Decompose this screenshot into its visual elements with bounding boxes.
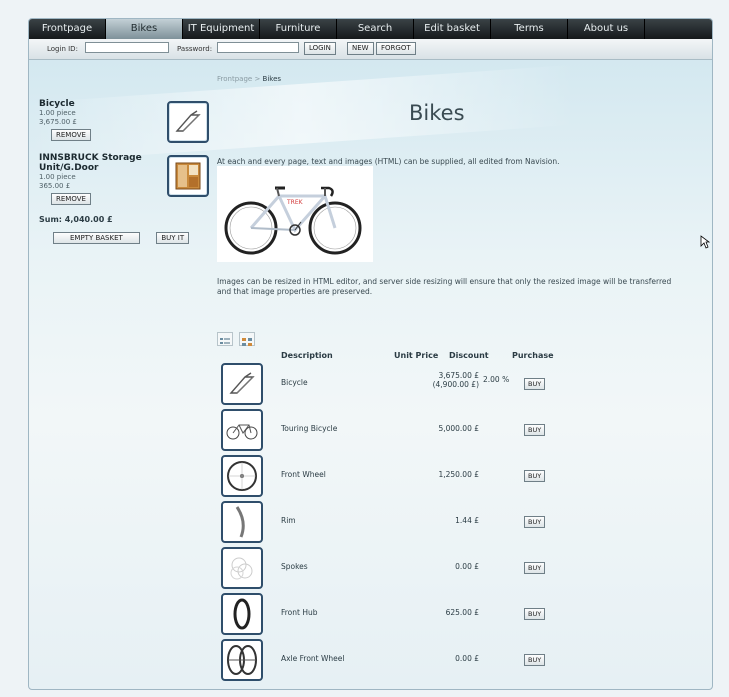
login-id-input[interactable]	[85, 42, 169, 53]
buy-button[interactable]: BUY	[524, 470, 546, 482]
product-name[interactable]: Front Wheel	[281, 470, 326, 479]
header-purchase: Purchase	[512, 351, 554, 360]
table-row: Spokes 0.00 £ BUY	[217, 547, 617, 592]
product-price: 0.00 £	[455, 562, 479, 571]
axle-wheel-icon[interactable]	[221, 639, 263, 681]
new-button[interactable]: NEW	[347, 42, 374, 55]
product-price: 1.44 £	[455, 516, 479, 525]
buy-button[interactable]: BUY	[524, 516, 546, 528]
svg-text:TREK: TREK	[286, 199, 304, 206]
rim-icon[interactable]	[221, 501, 263, 543]
basket-item: INNSBRUCK Storage Unit/G.Door 1.00 piece…	[39, 153, 211, 213]
touring-bicycle-icon[interactable]	[221, 409, 263, 451]
login-button[interactable]: LOGIN	[304, 42, 336, 55]
view-toggle	[217, 332, 255, 346]
table-row: Rim 1.44 £ BUY	[217, 501, 617, 546]
product-price: 5,000.00 £	[438, 424, 479, 433]
bicycle-frame-icon[interactable]	[167, 101, 209, 143]
buy-button[interactable]: BUY	[524, 424, 546, 436]
browser-content: Frontpage Bikes IT Equipment Furniture S…	[28, 18, 713, 690]
breadcrumb-separator: >	[254, 75, 261, 83]
table-row: Touring Bicycle 5,000.00 £ BUY	[217, 409, 617, 454]
password-input[interactable]	[217, 42, 299, 53]
hub-icon[interactable]	[221, 593, 263, 635]
nav-bikes[interactable]: Bikes	[106, 19, 183, 39]
product-name[interactable]: Touring Bicycle	[281, 424, 337, 433]
login-id-label: Login ID:	[47, 45, 78, 53]
breadcrumb-current: Bikes	[262, 75, 282, 83]
nav-filler	[645, 19, 712, 39]
bicycle-photo: TREK	[217, 166, 373, 262]
remove-button[interactable]: REMOVE	[51, 129, 91, 141]
resize-info-text: Images can be resized in HTML editor, an…	[217, 277, 672, 296]
nav-search[interactable]: Search	[337, 19, 414, 39]
product-name[interactable]: Rim	[281, 516, 296, 525]
product-price: 3,675.00 £ (4,900.00 £)	[377, 371, 479, 389]
nav-frontpage[interactable]: Frontpage	[29, 19, 106, 39]
product-price: 625.00 £	[445, 608, 479, 617]
nav-it-equipment[interactable]: IT Equipment	[183, 19, 260, 39]
password-label: Password:	[177, 45, 213, 53]
product-name[interactable]: Front Hub	[281, 608, 318, 617]
intro-text: At each and every page, text and images …	[217, 157, 560, 166]
table-row: Bicycle 3,675.00 £ (4,900.00 £) 2.00 % B…	[217, 363, 617, 408]
breadcrumb: Frontpage > Bikes	[217, 75, 281, 83]
basket-sum: Sum: 4,040.00 £	[39, 215, 113, 224]
basket-panel: Bicycle 1.00 piece 3,675.00 £ REMOVE INN…	[39, 99, 211, 244]
buy-button[interactable]: BUY	[524, 562, 546, 574]
mouse-cursor-icon	[700, 234, 711, 249]
grid-view-icon[interactable]	[239, 332, 255, 346]
buy-it-button[interactable]: BUY IT	[156, 232, 190, 244]
wheel-icon[interactable]	[221, 455, 263, 497]
product-name[interactable]: Spokes	[281, 562, 308, 571]
nav-terms[interactable]: Terms	[491, 19, 568, 39]
nav-edit-basket[interactable]: Edit basket	[414, 19, 491, 39]
header-discount: Discount	[449, 351, 489, 360]
remove-button[interactable]: REMOVE	[51, 193, 91, 205]
price-current: 3,675.00 £	[438, 371, 479, 380]
basket-item-name[interactable]: INNSBRUCK Storage Unit/G.Door	[39, 153, 159, 173]
breadcrumb-frontpage[interactable]: Frontpage	[217, 75, 252, 83]
product-name[interactable]: Bicycle	[281, 378, 308, 387]
product-discount: 2.00 %	[483, 375, 510, 384]
buy-button[interactable]: BUY	[524, 654, 546, 666]
table-row: Front Hub 625.00 £ BUY	[217, 593, 617, 638]
login-bar: Login ID: Password: LOGIN NEW FORGOT	[29, 39, 712, 60]
product-name[interactable]: Axle Front Wheel	[281, 654, 345, 663]
buy-button[interactable]: BUY	[524, 608, 546, 620]
basket-item: Bicycle 1.00 piece 3,675.00 £ REMOVE	[39, 99, 211, 153]
nav-about-us[interactable]: About us	[568, 19, 645, 39]
page-title: Bikes	[409, 101, 465, 125]
storage-cabinet-icon[interactable]	[167, 155, 209, 197]
nav-furniture[interactable]: Furniture	[260, 19, 337, 39]
main-nav: Frontpage Bikes IT Equipment Furniture S…	[29, 19, 712, 39]
spokes-icon[interactable]	[221, 547, 263, 589]
header-description: Description	[281, 351, 333, 360]
table-row: Axle Front Wheel 0.00 £ BUY	[217, 639, 617, 684]
product-price: 0.00 £	[455, 654, 479, 663]
list-view-icon[interactable]	[217, 332, 233, 346]
price-original: (4,900.00 £)	[432, 380, 479, 389]
header-unit-price: Unit Price	[394, 351, 439, 360]
forgot-button[interactable]: FORGOT	[376, 42, 416, 55]
buy-button[interactable]: BUY	[524, 378, 546, 390]
table-row: Front Wheel 1,250.00 £ BUY	[217, 455, 617, 500]
bicycle-frame-icon[interactable]	[221, 363, 263, 405]
product-price: 1,250.00 £	[438, 470, 479, 479]
empty-basket-button[interactable]: EMPTY BASKET	[53, 232, 140, 244]
